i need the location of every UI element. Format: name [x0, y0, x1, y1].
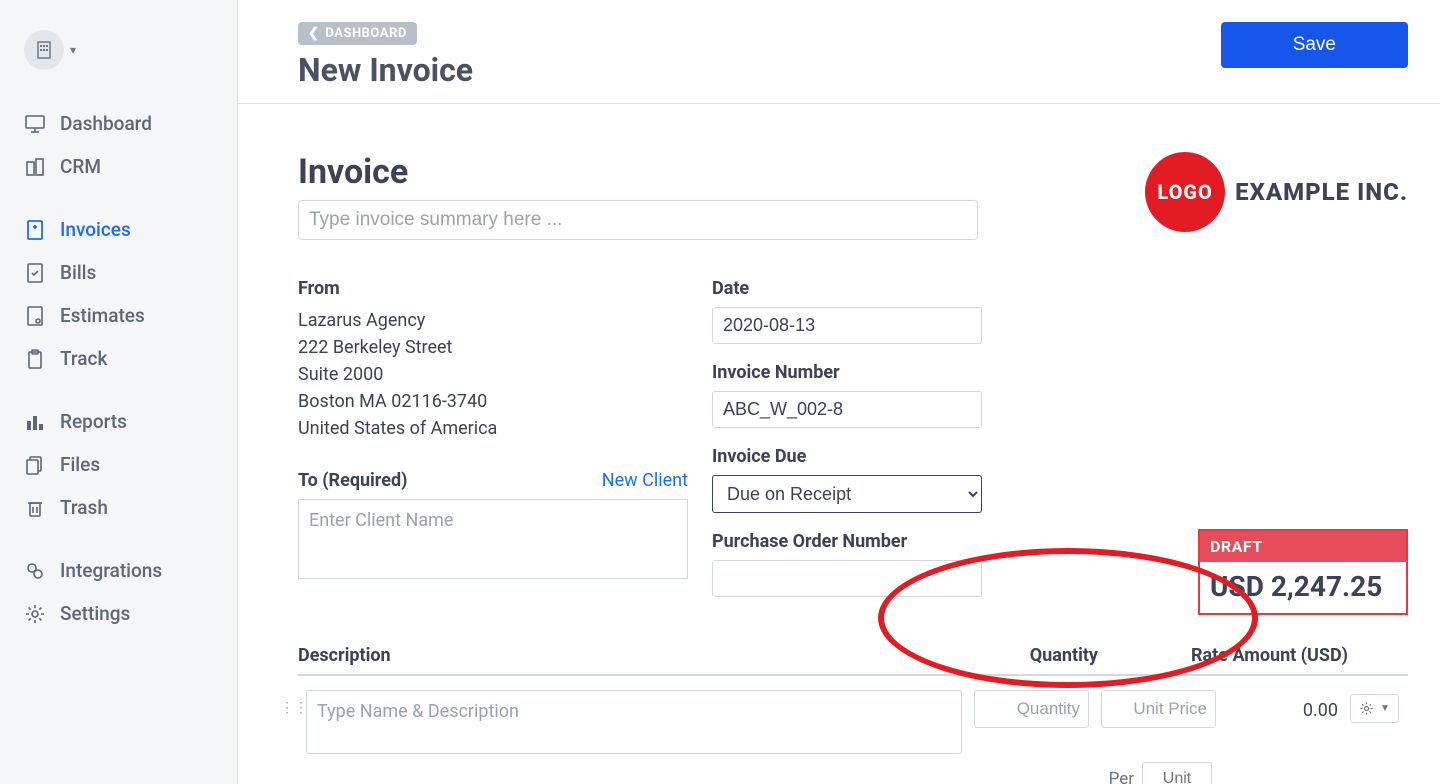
- chevron-down-icon: ▾: [70, 43, 76, 57]
- sidebar-item-trash[interactable]: Trash: [0, 486, 237, 529]
- trash-icon: [24, 497, 46, 519]
- sidebar-item-label: Dashboard: [60, 112, 152, 135]
- col-quantity: Quantity: [968, 645, 1098, 666]
- po-label: Purchase Order Number: [712, 531, 1012, 552]
- sidebar-item-label: Estimates: [60, 304, 145, 327]
- sidebar-item-label: Settings: [60, 602, 130, 625]
- sidebar-item-dashboard[interactable]: Dashboard: [0, 102, 237, 145]
- page-title: New Invoice: [298, 51, 473, 89]
- sidebar-item-settings[interactable]: Settings: [0, 592, 237, 635]
- col-description: Description: [298, 645, 968, 666]
- company-logo: LOGO EXAMPLE INC.: [1145, 152, 1408, 232]
- new-client-link[interactable]: New Client: [602, 470, 688, 491]
- line-rate-input[interactable]: [1101, 690, 1216, 728]
- invoice-total: USD 2,247.25: [1200, 562, 1406, 613]
- sidebar-item-label: Invoices: [60, 218, 131, 241]
- invoice-heading: Invoice: [298, 152, 978, 192]
- files-icon: [24, 454, 46, 476]
- gear-icon: [1359, 701, 1374, 716]
- line-amount: 0.00: [1228, 690, 1338, 721]
- line-description-input[interactable]: [306, 690, 962, 754]
- bill-icon: [24, 262, 46, 284]
- sidebar-item-files[interactable]: Files: [0, 443, 237, 486]
- invoice-number-label: Invoice Number: [712, 362, 1012, 383]
- line-options-menu[interactable]: ▼: [1350, 694, 1399, 723]
- line-quantity-input[interactable]: [974, 690, 1089, 728]
- date-label: Date: [712, 278, 1012, 299]
- building-icon: [24, 30, 64, 70]
- caret-down-icon: ▼: [1380, 703, 1390, 714]
- client-name-input[interactable]: [298, 499, 688, 579]
- invoice-summary-input[interactable]: [298, 200, 978, 240]
- sidebar: ▾ Dashboard CRM Invoices: [0, 0, 238, 784]
- to-label: To (Required): [298, 470, 407, 491]
- line-item-row: ⋮⋮ 0.00 ▼: [298, 690, 1408, 754]
- sidebar-item-label: Files: [60, 453, 100, 476]
- line-items: Description Quantity Rate Amount (USD) ⋮…: [298, 645, 1408, 784]
- sidebar-item-bills[interactable]: Bills: [0, 251, 237, 294]
- chart-icon: [24, 411, 46, 433]
- from-label: From: [298, 278, 688, 299]
- integrations-icon: [24, 560, 46, 582]
- sidebar-item-reports[interactable]: Reports: [0, 400, 237, 443]
- chevron-left-icon: ❮: [308, 26, 319, 41]
- sidebar-item-estimates[interactable]: Estimates: [0, 294, 237, 337]
- total-card: DRAFT USD 2,247.25: [1198, 529, 1408, 615]
- po-number-input[interactable]: [712, 560, 982, 597]
- estimate-icon: [24, 305, 46, 327]
- breadcrumb[interactable]: ❮ DASHBOARD: [298, 22, 417, 45]
- org-switcher[interactable]: ▾: [0, 30, 237, 70]
- logo-badge-icon: LOGO: [1145, 152, 1225, 232]
- sidebar-item-label: CRM: [60, 155, 101, 178]
- per-label: Per: [1109, 769, 1134, 784]
- invoice-icon: [24, 219, 46, 241]
- status-badge: DRAFT: [1200, 531, 1406, 562]
- sidebar-item-track[interactable]: Track: [0, 337, 237, 380]
- col-amount: Amount (USD): [1228, 645, 1408, 666]
- invoice-number-input[interactable]: [712, 391, 982, 428]
- save-button[interactable]: Save: [1221, 22, 1408, 68]
- sidebar-item-label: Track: [60, 347, 107, 370]
- unit-input[interactable]: [1142, 762, 1212, 784]
- col-rate: Rate: [1098, 645, 1228, 666]
- buildings-icon: [24, 156, 46, 178]
- drag-handle-icon[interactable]: ⋮⋮: [280, 690, 294, 716]
- content: Invoice LOGO EXAMPLE INC. From Lazarus A…: [238, 104, 1440, 784]
- date-input[interactable]: [712, 307, 982, 344]
- topbar: ❮ DASHBOARD New Invoice Save: [238, 0, 1440, 104]
- clipboard-icon: [24, 348, 46, 370]
- sidebar-item-label: Integrations: [60, 559, 162, 582]
- sidebar-item-invoices[interactable]: Invoices: [0, 208, 237, 251]
- invoice-due-select[interactable]: Due on Receipt: [712, 475, 982, 513]
- breadcrumb-label: DASHBOARD: [325, 26, 406, 41]
- main: ❮ DASHBOARD New Invoice Save Invoice LOG…: [238, 0, 1440, 784]
- monitor-icon: [24, 113, 46, 135]
- sidebar-item-integrations[interactable]: Integrations: [0, 549, 237, 592]
- from-address: Lazarus Agency 222 Berkeley Street Suite…: [298, 307, 688, 442]
- sidebar-item-label: Bills: [60, 261, 96, 284]
- company-name: EXAMPLE INC.: [1235, 178, 1408, 206]
- gear-icon: [24, 603, 46, 625]
- sidebar-item-label: Reports: [60, 410, 127, 433]
- sidebar-item-label: Trash: [60, 496, 108, 519]
- sidebar-item-crm[interactable]: CRM: [0, 145, 237, 188]
- invoice-due-label: Invoice Due: [712, 446, 1012, 467]
